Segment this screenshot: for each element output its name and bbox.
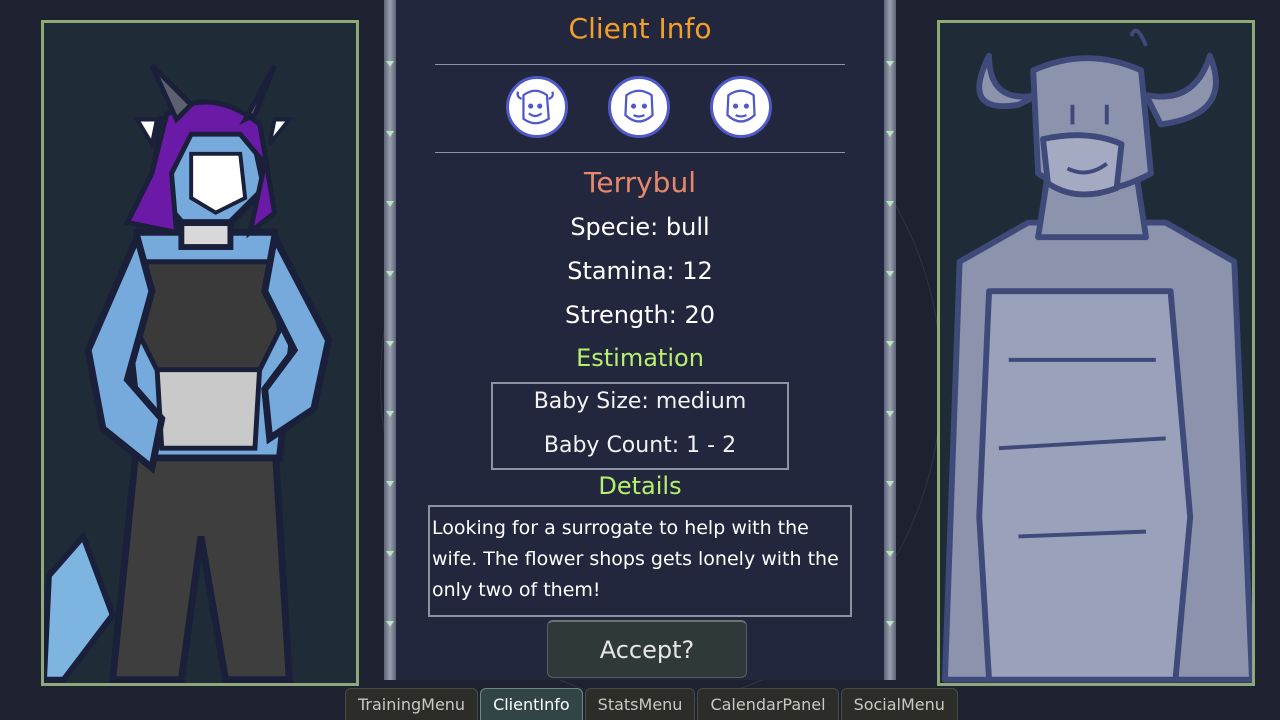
rail-stud-icon <box>885 130 895 140</box>
rail-stud-icon <box>385 60 395 70</box>
client-portrait <box>937 20 1255 686</box>
rail-stud-icon <box>885 550 895 560</box>
tab-training-menu[interactable]: TrainingMenu <box>345 688 479 720</box>
estimation-box: Baby Size: medium Baby Count: 1 - 2 <box>491 382 789 470</box>
rail-stud-icon <box>385 620 395 630</box>
details-heading: Details <box>598 472 682 500</box>
rail-stud-icon <box>885 620 895 630</box>
client-face-icon[interactable] <box>608 76 670 138</box>
rail-stud-icon <box>385 550 395 560</box>
rail-stud-icon <box>885 200 895 210</box>
player-character-illustration <box>44 63 333 683</box>
panel-right-rail <box>884 0 896 680</box>
tab-client-info[interactable]: ClientInfo <box>480 688 583 720</box>
client-bull-icon[interactable] <box>506 76 568 138</box>
tab-social-menu[interactable]: SocialMenu <box>840 688 958 720</box>
menu-tab-bar: TrainingMenu ClientInfo StatsMenu Calend… <box>345 688 958 720</box>
client-stamina: Stamina: 12 <box>567 257 713 285</box>
divider <box>435 152 845 153</box>
divider <box>435 64 845 65</box>
baby-size: Baby Size: medium <box>533 389 747 414</box>
rail-stud-icon <box>385 200 395 210</box>
panel-left-rail <box>384 0 396 680</box>
client-bull-illustration <box>941 28 1252 683</box>
client-info-panel: Client Info Terrybul Specie: bull Stamin… <box>384 0 896 680</box>
rail-stud-icon <box>385 410 395 420</box>
baby-count: Baby Count: 1 - 2 <box>543 433 737 458</box>
estimation-heading: Estimation <box>576 344 704 372</box>
rail-stud-icon <box>885 60 895 70</box>
client-face-icon[interactable] <box>710 76 772 138</box>
rail-stud-icon <box>385 130 395 140</box>
tab-calendar-panel[interactable]: CalendarPanel <box>697 688 839 720</box>
client-specie: Specie: bull <box>570 213 710 241</box>
tab-stats-menu[interactable]: StatsMenu <box>584 688 696 720</box>
details-text: Looking for a surrogate to help with the… <box>428 505 852 617</box>
accept-button[interactable]: Accept? <box>547 620 747 678</box>
rail-stud-icon <box>885 410 895 420</box>
client-name: Terrybul <box>584 166 696 199</box>
player-portrait <box>41 20 359 686</box>
client-strength: Strength: 20 <box>564 301 716 329</box>
panel-title: Client Info <box>568 12 712 45</box>
